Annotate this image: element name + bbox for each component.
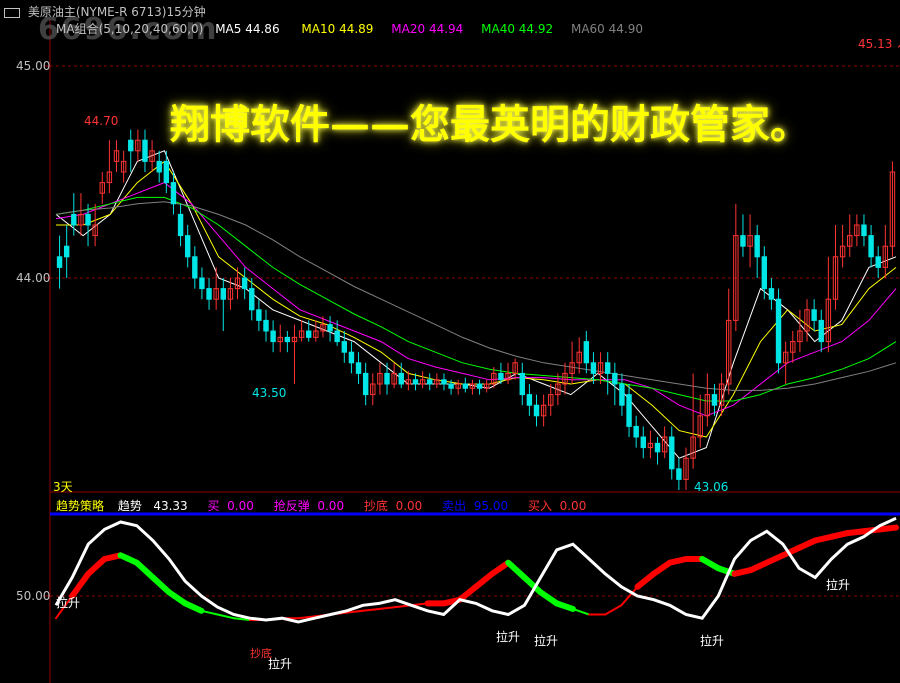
candle-down [633, 425, 639, 438]
price-label-low: 44.00 [16, 271, 51, 285]
period-label: 3天 [53, 480, 73, 494]
candle-down [263, 319, 269, 332]
candle-down [355, 362, 362, 374]
candle-down [669, 436, 675, 470]
candle-down [348, 351, 355, 364]
candle-down [206, 288, 212, 300]
candle-down [284, 336, 291, 343]
candle-down [334, 330, 340, 343]
current-price-arrow-icon: ↗ [892, 37, 900, 51]
indicator-bottom: 抄底 0.00 [363, 499, 423, 513]
indicator-sell: 卖出 95.00 [442, 499, 509, 513]
candle-down [476, 383, 483, 389]
candle-down [170, 182, 177, 205]
candle-down [398, 372, 404, 385]
signal-bottom: 抄底 [250, 647, 272, 660]
candle-down [612, 372, 618, 385]
ma-legend: MA组合(5,10,20,40,60,0) MA5 44.86 MA10 44.… [56, 20, 643, 37]
candle-down [199, 277, 205, 290]
candle-down [775, 298, 782, 364]
candle-down [875, 256, 881, 268]
candle-down [498, 372, 504, 381]
indicator-buy: 买 0.00 [207, 499, 254, 513]
candle-down [306, 330, 312, 338]
candle-down [590, 362, 597, 374]
price-label-high: 45.00 [16, 59, 51, 73]
candle-down [676, 468, 682, 480]
indicator-legend: 趋势策略 趋势 43.33 买 0.00 抢反弹 0.00 抄底 0.00 卖出… [56, 497, 586, 514]
ma60-label: MA60 44.90 [570, 22, 644, 36]
candle-down [177, 213, 184, 237]
candle-down [711, 394, 718, 406]
ma40-label: MA40 44.92 [481, 22, 554, 36]
candle-down [384, 372, 390, 385]
candle-down [740, 235, 746, 247]
candle-down [427, 379, 433, 385]
indicator-buyin: 买入 0.00 [527, 499, 587, 513]
signal-rise-6: 拉升 [826, 578, 851, 592]
signal-rise-2: 拉升 [496, 630, 521, 644]
candle-down [533, 404, 540, 417]
candle-down [768, 288, 775, 300]
ma5-label: MA5 44.86 [215, 22, 280, 36]
candle-down [85, 213, 91, 226]
candle-down [192, 256, 198, 279]
low-annotation-1: 43.50 [252, 386, 287, 400]
indicator-rebound: 抢反弹 0.00 [273, 499, 345, 513]
candle-down [56, 256, 63, 268]
candle-down [604, 362, 611, 374]
current-price-label: 45.13 ↗ [858, 37, 900, 51]
candle-down [761, 256, 768, 290]
ma-group-label: MA组合(5,10,20,40,60,0) [56, 22, 204, 36]
candle-down [241, 277, 248, 290]
candle-down [818, 319, 824, 343]
candle-down [128, 139, 134, 152]
candle-down [654, 442, 661, 453]
candle-down [184, 235, 191, 258]
ma10-label: MA10 44.89 [301, 22, 374, 36]
banner-slogan: 翔博软件——您最英明的财政管家。 [170, 101, 810, 148]
candle-down [412, 379, 419, 385]
candle-down [626, 394, 632, 427]
candle-down [640, 436, 646, 449]
candle-down [811, 309, 817, 321]
candle-down [142, 139, 148, 162]
candle-down [220, 288, 226, 300]
candle-down [63, 245, 70, 258]
peak-annotation: 44.70 [84, 114, 119, 128]
indicator-name[interactable]: 趋势策略 [56, 499, 104, 513]
candle-down [583, 341, 590, 364]
candle-down [341, 341, 348, 353]
low-annotation-2: 43.06 [694, 480, 729, 494]
candle-down [256, 309, 262, 321]
signal-rise-3: 拉升 [534, 634, 559, 648]
candle-down [861, 224, 867, 237]
indicator-trend: 趋势 43.33 [117, 499, 188, 513]
candle-down [526, 394, 533, 406]
candle-down [163, 160, 170, 184]
indicator-label-mid: 50.00 [16, 589, 51, 603]
candle-down [71, 213, 77, 226]
candle-down [754, 235, 760, 258]
candle-down [448, 383, 454, 389]
candle-down [462, 383, 469, 389]
window-menu-icon[interactable] [4, 7, 20, 18]
signal-rise-1: 拉升 [56, 596, 81, 610]
candle-down [362, 372, 369, 396]
candle-down [270, 330, 276, 343]
candle-down [249, 288, 255, 311]
ma20-label: MA20 44.94 [391, 22, 464, 36]
candle-down [619, 383, 625, 406]
candle-down [327, 324, 333, 332]
candle-down [868, 235, 874, 258]
candle-down [156, 160, 162, 173]
signal-rise-5: 拉升 [700, 634, 725, 648]
candle-down [441, 379, 447, 385]
ribbon-rising-segment [876, 524, 899, 533]
candle-down [519, 372, 525, 396]
